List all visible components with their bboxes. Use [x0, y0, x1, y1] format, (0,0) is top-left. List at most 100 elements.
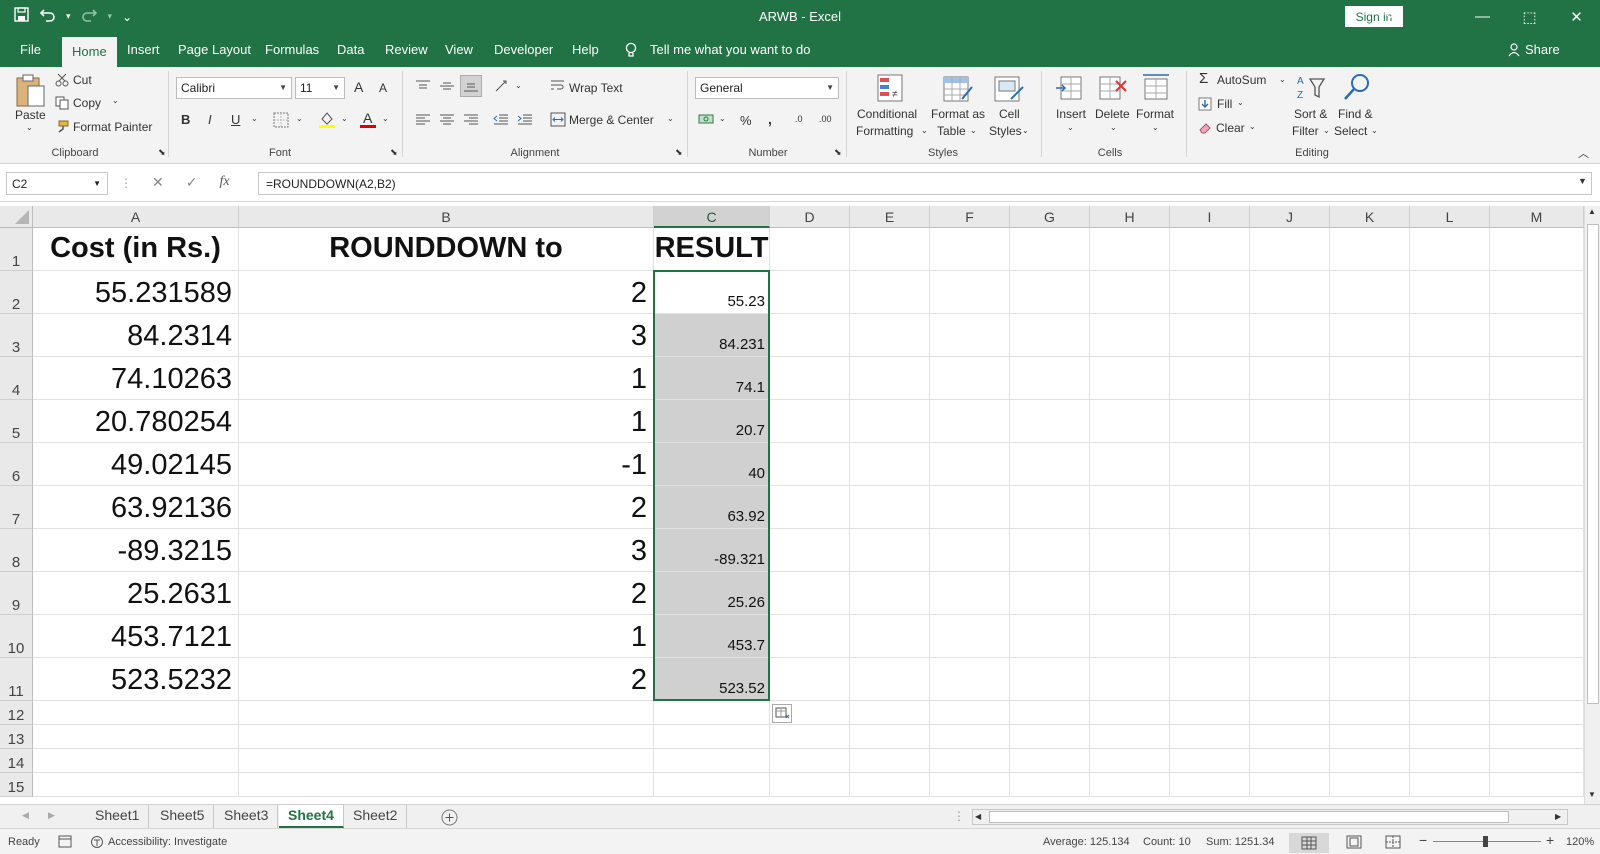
wrap-text-icon[interactable]	[550, 79, 565, 96]
number-format-select[interactable]: General ▼	[695, 77, 839, 99]
zoom-level[interactable]: 120%	[1566, 836, 1594, 848]
vertical-scroll-thumb[interactable]	[1587, 224, 1599, 704]
cell-b6[interactable]: -1	[239, 443, 653, 485]
tab-insert[interactable]: Insert	[127, 42, 160, 57]
cell-c4[interactable]: 74.1	[654, 357, 769, 399]
autosum-button[interactable]: AutoSum	[1217, 73, 1266, 87]
delete-cells-dropdown-icon[interactable]: ⌄	[1110, 123, 1117, 132]
cell-b9[interactable]: 2	[239, 572, 653, 614]
column-header-a[interactable]: A	[33, 206, 239, 228]
find-select-label-2[interactable]: Select	[1334, 124, 1367, 138]
format-cells-button[interactable]: Format	[1136, 107, 1174, 121]
align-left-icon[interactable]	[415, 113, 431, 130]
format-painter-icon[interactable]	[55, 120, 69, 137]
sheet-tab-sheet5[interactable]: Sheet5	[151, 805, 215, 828]
font-color-dropdown-icon[interactable]: ⌄	[382, 114, 389, 123]
conditional-formatting-label-1[interactable]: Conditional	[857, 107, 917, 121]
page-break-view-icon[interactable]	[1385, 835, 1401, 852]
row-header-7[interactable]: 7	[0, 486, 33, 529]
row-header-1[interactable]: 1	[0, 228, 33, 271]
format-painter-button[interactable]: Format Painter	[73, 120, 152, 134]
find-select-dropdown-icon[interactable]: ⌄	[1371, 126, 1378, 135]
conditional-formatting-icon[interactable]: ≠	[876, 73, 908, 108]
column-header-b[interactable]: B	[239, 206, 654, 228]
clipboard-launcher-icon[interactable]: ⬊	[158, 147, 166, 158]
cell-c2[interactable]: 55.23	[654, 271, 769, 313]
cell-a2[interactable]: 55.231589	[33, 271, 238, 313]
column-header-h[interactable]: H	[1090, 206, 1170, 228]
fill-button[interactable]: Fill	[1217, 97, 1232, 111]
wrap-text-button[interactable]: Wrap Text	[569, 81, 623, 95]
cell-c5[interactable]: 20.7	[654, 400, 769, 442]
tab-split-grip-icon[interactable]: ⋮	[953, 809, 965, 823]
fill-dropdown-icon[interactable]: ⌄	[1237, 98, 1244, 107]
cell-b11[interactable]: 2	[239, 658, 653, 700]
format-as-table-dropdown-icon[interactable]: ⌄	[970, 126, 977, 135]
cell-c6[interactable]: 40	[654, 443, 769, 485]
delete-cells-icon[interactable]	[1098, 73, 1128, 106]
column-header-k[interactable]: K	[1330, 206, 1410, 228]
row-header-4[interactable]: 4	[0, 357, 33, 400]
merge-dropdown-icon[interactable]: ⌄	[667, 114, 674, 123]
accounting-dropdown-icon[interactable]: ⌄	[719, 114, 726, 123]
enter-icon[interactable]: ✓	[186, 174, 198, 191]
cell-styles-dropdown-icon[interactable]: ⌄	[1022, 126, 1029, 135]
zoom-in-button[interactable]: +	[1546, 832, 1554, 848]
align-right-icon[interactable]	[463, 113, 479, 130]
cell-c11[interactable]: 523.52	[654, 658, 769, 700]
vertical-scrollbar[interactable]: ▲ ▼	[1584, 206, 1600, 804]
row-header-2[interactable]: 2	[0, 271, 33, 314]
sort-filter-label-1[interactable]: Sort &	[1294, 107, 1327, 121]
cell-b10[interactable]: 1	[239, 615, 653, 657]
bold-button[interactable]: B	[181, 112, 190, 127]
cell-a10[interactable]: 453.7121	[33, 615, 238, 657]
scroll-down-icon[interactable]: ▼	[1588, 790, 1596, 799]
cell-c9[interactable]: 25.26	[654, 572, 769, 614]
cell-a6[interactable]: 49.02145	[33, 443, 238, 485]
increase-decimal-button[interactable]: .0	[795, 114, 803, 124]
insert-cells-icon[interactable]	[1055, 73, 1085, 106]
tab-home[interactable]: Home	[62, 37, 117, 67]
align-top-icon[interactable]	[415, 79, 431, 96]
share-icon[interactable]	[1508, 43, 1522, 57]
sort-filter-label-2[interactable]: Filter	[1292, 124, 1319, 138]
header-cell-b1[interactable]: ROUNDDOWN to	[239, 228, 653, 270]
conditional-formatting-label-2[interactable]: Formatting	[856, 124, 913, 138]
cancel-icon[interactable]: ✕	[152, 174, 164, 191]
underline-button[interactable]: U	[231, 112, 240, 127]
row-header-8[interactable]: 8	[0, 529, 33, 572]
normal-view-icon[interactable]	[1289, 833, 1329, 853]
zoom-out-button[interactable]: −	[1419, 832, 1427, 848]
font-color-icon[interactable]: A	[359, 110, 377, 132]
tab-review[interactable]: Review	[385, 42, 428, 57]
fill-color-icon[interactable]	[318, 110, 336, 132]
fill-down-icon[interactable]	[1198, 97, 1212, 114]
row-header-5[interactable]: 5	[0, 400, 33, 443]
comma-style-button[interactable]: ,	[768, 111, 772, 127]
percent-style-button[interactable]: %	[740, 113, 752, 128]
copy-dropdown-icon[interactable]: ⌄	[112, 96, 119, 105]
cell-styles-label-2[interactable]: Styles	[989, 124, 1022, 138]
worksheet-grid[interactable]: A B C D E F G H I J K L M 1 2 3 4 5 6 7 8 9 10 11 12 13 14 15 Cost (…	[0, 206, 1584, 804]
row-header-12[interactable]: 12	[0, 701, 33, 725]
cell-b5[interactable]: 1	[239, 400, 653, 442]
column-header-i[interactable]: I	[1170, 206, 1250, 228]
share-button[interactable]: Share	[1525, 42, 1560, 57]
cell-c7[interactable]: 63.92	[654, 486, 769, 528]
cell-styles-icon[interactable]	[993, 73, 1025, 108]
orientation-dropdown-icon[interactable]: ⌄	[515, 81, 522, 90]
scroll-left-icon[interactable]: ◀	[975, 812, 981, 821]
find-select-label-1[interactable]: Find &	[1338, 107, 1373, 121]
collapse-ribbon-icon[interactable]: ︿	[1578, 145, 1589, 161]
delete-cells-button[interactable]: Delete	[1095, 107, 1130, 121]
cell-c3[interactable]: 84.231	[654, 314, 769, 356]
tab-help[interactable]: Help	[572, 42, 599, 57]
font-size-select[interactable]: 11 ▼	[295, 77, 345, 99]
column-header-l[interactable]: L	[1410, 206, 1490, 228]
conditional-formatting-dropdown-icon[interactable]: ⌄	[921, 126, 928, 135]
cut-button[interactable]: Cut	[73, 73, 92, 87]
column-header-j[interactable]: J	[1250, 206, 1330, 228]
restore-icon[interactable]: ⬚	[1506, 0, 1553, 33]
format-cells-icon[interactable]	[1141, 73, 1171, 106]
zoom-slider-thumb[interactable]	[1483, 836, 1488, 847]
